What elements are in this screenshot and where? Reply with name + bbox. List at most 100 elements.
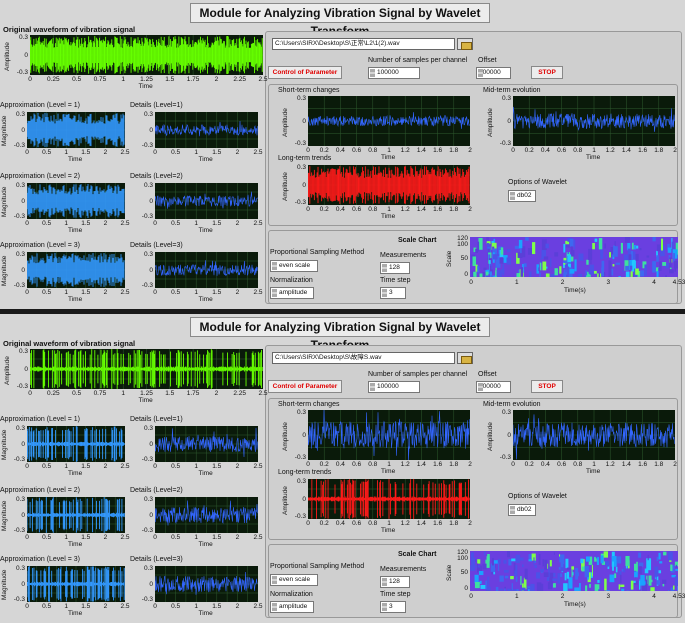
browse-folder-icon[interactable]	[457, 38, 473, 50]
x-tick-label: 2	[235, 289, 240, 296]
measurements-input[interactable]: 128	[380, 262, 410, 274]
measurements-input[interactable]: 128	[380, 576, 410, 588]
x-tick-label: 0.4	[540, 147, 550, 154]
heatmap-cell	[552, 583, 556, 588]
analysis-panel-fault: Module for Analyzing Vibration Signal by…	[0, 314, 685, 623]
approximation-plot-1[interactable]	[26, 112, 125, 148]
scale-chart-plot[interactable]	[470, 551, 681, 602]
short-term-plot[interactable]	[307, 408, 470, 462]
x-tick-label: 1.8	[449, 206, 459, 213]
y-tick-label: 0	[149, 198, 153, 205]
timestep-input[interactable]: 3	[380, 601, 406, 613]
control-parameter-button[interactable]: Control of Parameter	[268, 380, 342, 393]
detail-plot-3[interactable]	[154, 252, 258, 288]
wavelet-select[interactable]: db02	[508, 504, 536, 516]
y-tick-label: -0.3	[141, 596, 153, 603]
detail-plot-2[interactable]	[154, 183, 258, 219]
panel-title: Module for Analyzing Vibration Signal by…	[190, 3, 490, 38]
y-tick-label: 0.3	[15, 182, 25, 189]
x-tick-label: 0.8	[573, 461, 583, 468]
x-tick-label: 1.5	[212, 534, 222, 541]
samples-input[interactable]: 100000	[368, 67, 420, 79]
file-path-input[interactable]: C:\Users\SIRX\Desktop\S\正常\L2\1(2).wav	[272, 38, 455, 50]
heatmap-cell	[563, 243, 566, 253]
heatmap-cell	[638, 262, 640, 269]
x-tick-label: 1.75	[186, 390, 200, 397]
x-tick-label: 0.5	[42, 603, 52, 610]
wavelet-options-label: Options of Wavelet	[508, 179, 567, 186]
mid-term-plot[interactable]	[512, 410, 675, 460]
original-waveform-plot[interactable]	[29, 349, 263, 389]
y-tick-label: 0.3	[143, 496, 153, 503]
approximation-plot-3[interactable]	[26, 566, 125, 602]
heatmap-cell	[540, 569, 544, 573]
x-tick-label: 1.25	[140, 390, 153, 397]
heatmap-cell	[674, 576, 678, 586]
long-term-plot[interactable]	[307, 165, 470, 205]
heatmap-cell	[533, 557, 535, 566]
offset-input[interactable]: 100000	[476, 381, 511, 393]
heatmap-cell	[567, 254, 572, 263]
x-tick-label: 0.5	[42, 463, 52, 470]
x-tick-label: 2	[468, 520, 472, 527]
samples-input[interactable]: 100000	[368, 381, 420, 393]
file-path-input[interactable]: C:\Users\SIRX\Desktop\S\故障S.wav	[272, 352, 455, 364]
detail-plot-2[interactable]	[154, 497, 258, 533]
scale-y-tick: 100	[457, 555, 468, 562]
control-parameter-button[interactable]: Control of Parameter	[268, 66, 342, 79]
original-waveform-plot[interactable]	[29, 35, 263, 75]
analysis-panel-normal: Module for Analyzing Vibration Signal by…	[0, 0, 685, 309]
detail-plot-3[interactable]	[154, 566, 258, 602]
stop-button[interactable]: STOP	[531, 66, 563, 79]
prop-method-select[interactable]: even scale	[270, 260, 318, 272]
heatmap-cell	[618, 571, 622, 575]
scale-x-tick: 4	[652, 593, 656, 600]
heatmap-cell	[624, 237, 630, 243]
short-term-plot[interactable]	[307, 96, 470, 146]
stop-button[interactable]: STOP	[531, 380, 563, 393]
heatmap-cell	[604, 578, 607, 591]
x-tick-label: 0.2	[524, 461, 534, 468]
x-tick-label: 2	[103, 149, 108, 156]
normalization-select[interactable]: amplitude	[270, 287, 314, 299]
heatmap-cell	[669, 257, 672, 268]
heatmap-cell	[514, 245, 520, 249]
heatmap-cell	[628, 254, 632, 261]
x-axis-title: Time	[68, 227, 83, 234]
scale-chart-plot[interactable]	[470, 237, 682, 287]
approximation-plot-3[interactable]	[26, 252, 125, 288]
normalization-select[interactable]: amplitude	[270, 601, 314, 613]
mid-term-plot[interactable]	[512, 96, 675, 146]
y-tick-label: 0	[149, 581, 153, 588]
approximation-plot-2[interactable]	[26, 183, 125, 219]
heatmap-cell	[600, 249, 604, 260]
browse-folder-icon[interactable]	[457, 352, 473, 364]
long-term-plot[interactable]	[307, 479, 470, 519]
approximation-plot-2[interactable]	[26, 497, 125, 533]
x-tick-label: 1	[592, 461, 596, 468]
original-waveform-label: Original waveform of vibration signal	[3, 339, 136, 348]
offset-input[interactable]: 100000	[476, 67, 511, 79]
x-tick-label: 2	[673, 461, 677, 468]
x-tick-label: 0	[25, 603, 29, 610]
heatmap-cell	[617, 556, 622, 564]
prop-method-select[interactable]: even scale	[270, 574, 318, 586]
heatmap-cell	[507, 249, 511, 253]
x-tick-label: 2	[214, 390, 219, 397]
y-tick-label: -0.3	[16, 69, 28, 76]
x-tick-label: 0.8	[573, 147, 583, 154]
heatmap-cell	[605, 254, 607, 259]
heatmap-cell	[493, 254, 498, 260]
wavelet-select[interactable]: db02	[508, 190, 536, 202]
detail-plot-1[interactable]	[154, 426, 258, 462]
heatmap-cell	[545, 273, 550, 280]
y-axis-title: Magnitude	[1, 186, 8, 217]
x-tick-label: 1.6	[638, 461, 648, 468]
detail-plot-1[interactable]	[154, 112, 258, 148]
heatmap-cell	[623, 567, 626, 573]
approximation-plot-1[interactable]	[26, 426, 125, 462]
timestep-input[interactable]: 3	[380, 287, 406, 299]
x-tick-label: 1	[121, 390, 125, 397]
heatmap-cell	[512, 588, 517, 596]
heatmap-cell	[515, 554, 521, 564]
